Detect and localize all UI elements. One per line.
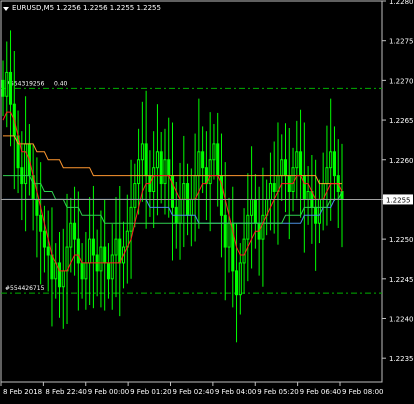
candle-bull [291, 167, 295, 192]
time-tick-label: 9 Feb 05:20 [257, 388, 298, 396]
candle-bull [65, 246, 69, 272]
candle-bear [8, 71, 13, 105]
candle-bear [35, 198, 39, 216]
candle-bull [325, 167, 329, 185]
candle-bear [234, 270, 239, 296]
candle-bear [201, 151, 205, 169]
order-volume-label: 0.40 [54, 80, 68, 87]
candle-bear [118, 238, 122, 264]
candle-bear [50, 254, 54, 280]
candle-bear [1, 79, 5, 97]
candle-bull [69, 222, 73, 248]
time-tick-label: 9 Feb 02:40 [173, 388, 214, 396]
candle-bull [242, 238, 246, 264]
candle-bear [73, 222, 77, 240]
candle-bull [110, 254, 114, 280]
candles [1, 30, 344, 343]
candle-bull [197, 151, 201, 177]
chart-canvas[interactable]: 1.2280 1.2275 1.2270 1.2265 1.2260 1.2255 1.22… [0, 0, 414, 400]
candle-bull [99, 246, 103, 272]
candle-bull [163, 159, 167, 185]
price-tick-label: 1.2250 [389, 236, 414, 244]
candle-bull [295, 151, 299, 169]
candle-bear [80, 262, 84, 280]
time-tick-label: 9 Feb 08:00 [342, 388, 383, 396]
candle-bull [317, 198, 321, 224]
candle-bull [193, 175, 197, 200]
candle-bull [250, 198, 254, 216]
price-tick-label: 1.2270 [389, 77, 414, 85]
candle-bull [114, 238, 118, 256]
candle-bull [88, 238, 92, 264]
current-price-label: 1.2255 [386, 196, 411, 204]
time-tick-label: 8 Feb 2018 [3, 388, 42, 396]
price-tick-label: 1.2245 [389, 276, 414, 284]
candle-bull [227, 222, 231, 248]
symbol-header: EURUSD,M5 1.2256 1.2256 1.2255 1.2255 [3, 4, 161, 12]
candle-bear [42, 230, 46, 248]
candle-bull [261, 214, 265, 240]
candle-bear [253, 198, 257, 224]
candle-bull [84, 262, 88, 280]
candle-bull [140, 143, 144, 161]
candle-bear [103, 246, 107, 264]
candle-bear [283, 159, 288, 177]
candle-bull [208, 159, 212, 185]
candle-bear [302, 175, 306, 200]
price-tick-label: 1.2265 [389, 117, 414, 125]
candle-bear [91, 238, 95, 256]
time-tick-label: 8 Feb 22:40 [45, 388, 86, 396]
candle-bull [329, 151, 333, 169]
dropdown-triangle-icon [3, 7, 9, 11]
candle-bull [306, 191, 310, 200]
candle-bull [61, 270, 65, 288]
price-tick-label: 1.2235 [389, 355, 414, 363]
price-axis: 1.2280 1.2275 1.2270 1.2265 1.2260 1.2255 1.22… [382, 0, 414, 363]
candle-bull [155, 151, 159, 169]
candle-bear [272, 183, 276, 192]
candle-bull [189, 198, 193, 216]
candle-bull [178, 198, 182, 224]
candle-bull [280, 159, 284, 177]
candle-bear [332, 151, 337, 177]
price-tick-label: 1.2260 [389, 157, 414, 165]
candle-bear [76, 238, 80, 264]
time-tick-label: 9 Feb 06:40 [300, 388, 341, 396]
candle-bear [223, 214, 227, 248]
candle-bear [144, 143, 148, 177]
time-tick-label: 9 Feb 00:00 [88, 388, 129, 396]
candle-bear [57, 262, 62, 288]
candle-bear [299, 151, 303, 177]
candle-bull [152, 167, 156, 192]
candle-bull [137, 159, 141, 185]
candle-bull [24, 143, 28, 185]
price-chart[interactable]: 1.2280 1.2275 1.2270 1.2265 1.2260 1.2255 1.22… [0, 0, 414, 400]
candle-bull [268, 183, 272, 200]
candle-bull [129, 206, 133, 232]
candle-bull [182, 183, 186, 200]
symbol-ohlc-text: EURUSD,M5 1.2256 1.2256 1.2255 1.2255 [12, 4, 161, 12]
candle-bear [39, 214, 43, 232]
candle-bear [167, 159, 171, 177]
time-axis: 8 Feb 2018 8 Feb 22:40 9 Feb 00:00 9 Feb 01… [0, 382, 383, 396]
candle-bear [106, 262, 111, 280]
candle-bear [159, 151, 163, 185]
candle-bull [246, 214, 250, 240]
candle-bear [170, 175, 175, 208]
candle-bull [5, 71, 9, 97]
order-ticket-label: #554426715 [5, 285, 45, 292]
candle-bull [212, 143, 216, 161]
price-tick-label: 1.2280 [389, 0, 414, 6]
time-tick-label: 9 Feb 01:20 [130, 388, 171, 396]
time-tick-label: 9 Feb 04:00 [215, 388, 256, 396]
candle-bear [46, 246, 50, 256]
candle-bull [238, 262, 242, 296]
candle-bear [216, 143, 220, 177]
candle-bull [133, 183, 137, 208]
price-tick-label: 1.2240 [389, 316, 414, 324]
price-tick-label: 1.2275 [389, 38, 414, 46]
